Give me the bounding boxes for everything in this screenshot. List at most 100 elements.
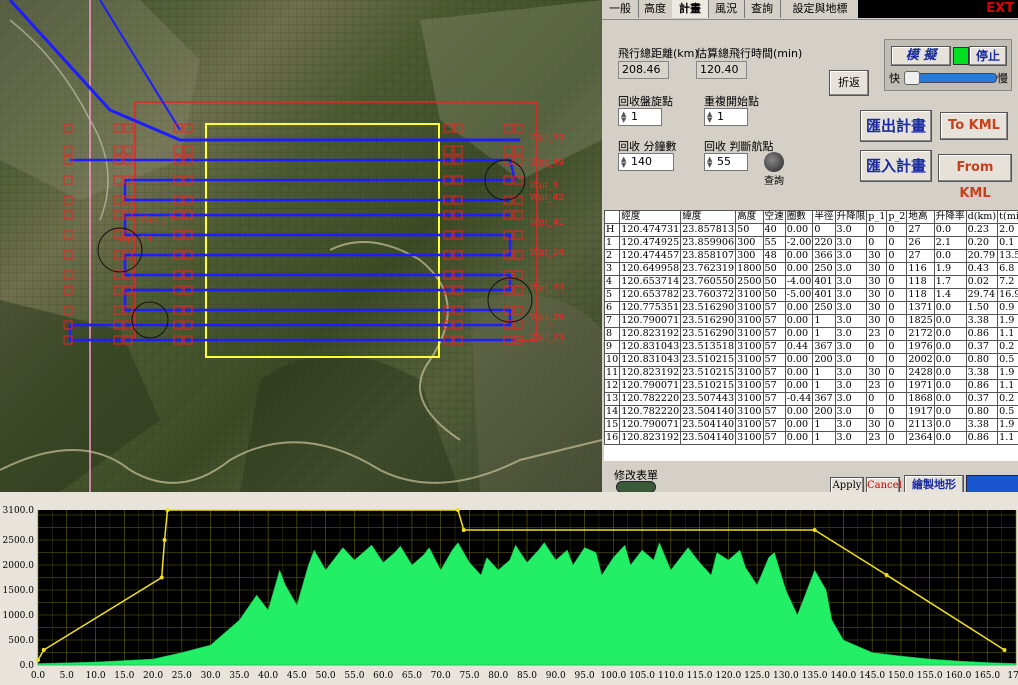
table-cell[interactable]: 55 bbox=[762, 236, 786, 250]
table-cell[interactable]: 0.00 bbox=[784, 262, 814, 276]
recover-circle-input[interactable]: ▲ ▼ 1 bbox=[618, 108, 662, 126]
table-cell[interactable]: 57 bbox=[762, 392, 786, 406]
table-row[interactable]: 16 120.823192 23.504140 3100 57 0.00 1 3.0 23 0 23… bbox=[604, 431, 1018, 445]
table-cell[interactable]: 48 bbox=[762, 249, 786, 263]
table-cell[interactable]: 3100 bbox=[735, 431, 764, 445]
table-cell[interactable]: 0.0 bbox=[933, 379, 967, 393]
table-cell[interactable]: 3.38 bbox=[965, 366, 999, 380]
table-cell[interactable]: 6 bbox=[604, 301, 621, 315]
table-cell[interactable]: 1.9 bbox=[997, 366, 1018, 380]
table-cell[interactable]: 1.1 bbox=[997, 327, 1018, 341]
table-cell[interactable]: 1.7 bbox=[933, 275, 967, 289]
table-cell[interactable]: 3100 bbox=[735, 301, 764, 315]
table-cell[interactable]: 120.823192 bbox=[619, 366, 682, 380]
table-cell[interactable]: 1976 bbox=[906, 340, 935, 354]
table-cell[interactable]: 10 bbox=[604, 353, 621, 367]
table-cell[interactable]: 1.9 bbox=[997, 314, 1018, 328]
table-cell[interactable]: 1.4 bbox=[933, 288, 967, 302]
table-cell[interactable]: 401 bbox=[812, 275, 836, 289]
table-cell[interactable]: 0 bbox=[886, 392, 908, 406]
table-cell[interactable]: 23.516290 bbox=[680, 314, 737, 328]
spinner-icon[interactable]: ▲ ▼ bbox=[621, 111, 627, 124]
table-cell[interactable]: 3100 bbox=[735, 288, 764, 302]
table-cell[interactable]: 29.74 bbox=[965, 288, 999, 302]
table-cell[interactable]: 0.23 bbox=[965, 223, 999, 237]
table-cell[interactable]: 3100 bbox=[735, 366, 764, 380]
table-cell[interactable]: 300 bbox=[735, 236, 764, 250]
table-cell[interactable]: 3.0 bbox=[834, 366, 868, 380]
table-cell[interactable]: 0 bbox=[886, 379, 908, 393]
table-cell[interactable]: 1 bbox=[812, 366, 836, 380]
table-cell[interactable]: 50 bbox=[762, 275, 786, 289]
table-cell[interactable]: 0.9 bbox=[997, 301, 1018, 315]
table-cell[interactable]: 30 bbox=[866, 288, 888, 302]
table-cell[interactable]: 0.2 bbox=[997, 340, 1018, 354]
table-cell[interactable]: 1 bbox=[812, 314, 836, 328]
table-cell[interactable]: 1 bbox=[812, 379, 836, 393]
tab-settings-landmarks[interactable]: 設定與地標 bbox=[780, 0, 861, 18]
table-cell[interactable]: -4.00 bbox=[784, 275, 814, 289]
table-row[interactable]: 1 120.474925 23.859906 300 55 -2.00 220 3.0 0 0 26… bbox=[604, 236, 1018, 250]
table-cell[interactable]: 57 bbox=[762, 431, 786, 445]
table-cell[interactable]: 14 bbox=[604, 405, 621, 419]
table-cell[interactable]: 23.510215 bbox=[680, 379, 737, 393]
table-row[interactable]: H 120.474731 23.857813 50 40 0.00 0 3.0 0 0 27 0.0 0… bbox=[604, 223, 1018, 237]
table-cell[interactable]: -0.44 bbox=[784, 392, 814, 406]
table-cell[interactable]: 23 bbox=[866, 431, 888, 445]
table-cell[interactable]: 120.649958 bbox=[619, 262, 682, 276]
table-cell[interactable]: 0.80 bbox=[965, 353, 999, 367]
simulate-button[interactable]: 模 擬 bbox=[891, 46, 951, 66]
table-cell[interactable]: 1.1 bbox=[997, 431, 1018, 445]
table-cell[interactable]: 57 bbox=[762, 340, 786, 354]
table-cell[interactable]: 120.831043 bbox=[619, 340, 682, 354]
table-cell[interactable]: 0 bbox=[886, 236, 908, 250]
table-cell[interactable]: 0.86 bbox=[965, 327, 999, 341]
table-cell[interactable]: 0.5 bbox=[997, 405, 1018, 419]
table-cell[interactable]: 120.790071 bbox=[619, 418, 682, 432]
table-cell[interactable]: 23.504140 bbox=[680, 431, 737, 445]
table-cell[interactable]: 3.0 bbox=[834, 301, 868, 315]
table-cell[interactable]: 250 bbox=[812, 262, 836, 276]
recover-judge-input[interactable]: ▲ ▼ 55 bbox=[704, 153, 748, 171]
spinner-icon[interactable]: ▲ ▼ bbox=[707, 156, 713, 169]
table-cell[interactable]: 50 bbox=[762, 288, 786, 302]
table-header-cell[interactable]: 圈數 bbox=[784, 210, 814, 224]
table-cell[interactable]: 0.0 bbox=[933, 418, 967, 432]
table-cell[interactable]: 0 bbox=[886, 301, 908, 315]
table-cell[interactable]: 120.474925 bbox=[619, 236, 682, 250]
table-cell[interactable]: 23.762319 bbox=[680, 262, 737, 276]
table-cell[interactable]: 3.0 bbox=[834, 288, 868, 302]
table-cell[interactable]: 120.775351 bbox=[619, 301, 682, 315]
table-row[interactable]: 7 120.790071 23.516290 3100 57 0.00 1 3.0 30 0 182… bbox=[604, 314, 1018, 328]
waypoint-table[interactable]: 經度緯度高度空速圈數半徑升降限p_1p_2地高升降率d(km)t(min) H1… bbox=[604, 210, 1018, 461]
table-header-cell[interactable]: 緯度 bbox=[680, 210, 737, 224]
table-cell[interactable]: 0.00 bbox=[784, 418, 814, 432]
stop-button[interactable]: 停止 bbox=[969, 46, 1007, 66]
table-cell[interactable]: 0.0 bbox=[933, 392, 967, 406]
table-cell[interactable]: 16 bbox=[604, 431, 621, 445]
table-cell[interactable]: 50 bbox=[735, 223, 764, 237]
table-cell[interactable]: 23.516290 bbox=[680, 327, 737, 341]
table-header-cell[interactable]: p_1 bbox=[866, 210, 888, 224]
table-cell[interactable]: 3100 bbox=[735, 353, 764, 367]
table-cell[interactable]: 0.00 bbox=[784, 301, 814, 315]
table-cell[interactable]: 120.653714 bbox=[619, 275, 682, 289]
table-cell[interactable]: 1825 bbox=[906, 314, 935, 328]
table-cell[interactable]: 0.86 bbox=[965, 379, 999, 393]
table-cell[interactable]: 30 bbox=[866, 418, 888, 432]
table-cell[interactable]: 0 bbox=[812, 223, 836, 237]
table-row[interactable]: 2 120.474457 23.858107 300 48 0.00 366 3.0 30 0 27… bbox=[604, 249, 1018, 263]
table-cell[interactable]: 120.790071 bbox=[619, 379, 682, 393]
table-cell[interactable]: 23.513518 bbox=[680, 340, 737, 354]
table-row[interactable]: 3 120.649958 23.762319 1800 50 0.00 250 3.0 30 0 1… bbox=[604, 262, 1018, 276]
table-cell[interactable]: 3.38 bbox=[965, 418, 999, 432]
table-header-cell[interactable]: 高度 bbox=[735, 210, 764, 224]
table-cell[interactable]: 23.507443 bbox=[680, 392, 737, 406]
table-cell[interactable]: 0.0 bbox=[933, 327, 967, 341]
speed-slider-thumb[interactable] bbox=[904, 71, 920, 85]
table-cell[interactable]: 0.43 bbox=[965, 262, 999, 276]
tab-wind[interactable]: 風況 bbox=[708, 0, 745, 18]
table-cell[interactable]: -5.00 bbox=[784, 288, 814, 302]
table-cell[interactable]: 3.0 bbox=[834, 340, 868, 354]
table-cell[interactable]: 120.782220 bbox=[619, 405, 682, 419]
